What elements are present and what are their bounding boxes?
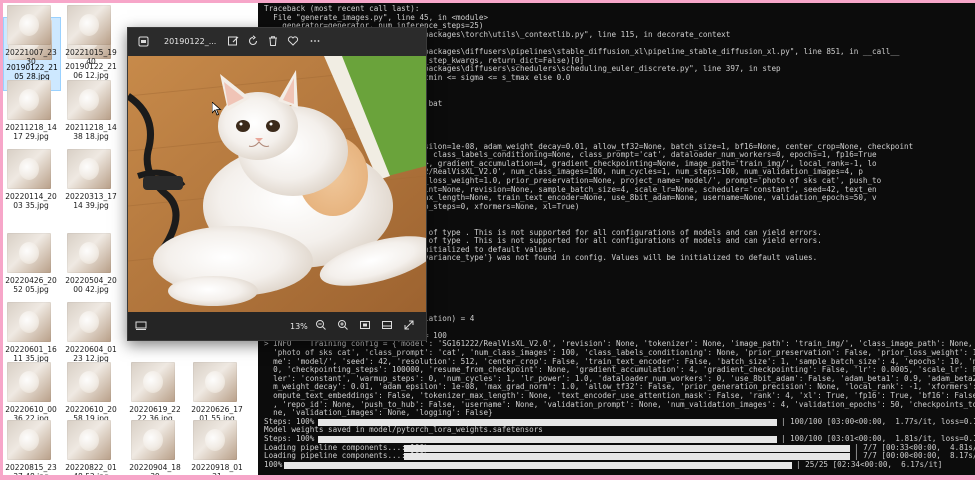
file-thumbnail [193, 420, 237, 460]
zoom-level: 13% [290, 322, 308, 331]
viewer-titlebar[interactable]: 20190122_... [128, 28, 426, 56]
terminal-line: 100% [264, 459, 283, 469]
file-tile[interactable]: 20220815_2337 48.jpg [3, 418, 59, 475]
file-name: 20220815_2337 48.jpg [5, 463, 57, 475]
viewer-title: 20190122_... [164, 37, 217, 46]
file-tile[interactable]: 20220426_2052 05.jpg [3, 231, 59, 303]
photo-viewer-window[interactable]: 20190122_... 13% [127, 27, 427, 341]
edit-icon[interactable] [226, 34, 240, 48]
file-name: 20221015_1940 [65, 48, 117, 66]
file-thumbnail [131, 420, 175, 460]
file-tile[interactable]: 20220504_2000 42.jpg [63, 231, 119, 303]
progress-bar [318, 418, 777, 426]
file-thumbnail [131, 362, 175, 402]
file-name: 20221007_2330 [5, 48, 57, 66]
desktop-frame: 20190122_2105 28.jpg 20190122_2106 12.jpg… [3, 3, 975, 475]
file-thumbnail [7, 420, 51, 460]
file-thumbnail [67, 362, 111, 402]
cat-photo [128, 56, 426, 312]
rotate-icon[interactable] [246, 34, 260, 48]
file-name: 20220504_2000 42.jpg [65, 276, 117, 294]
file-tile[interactable]: 20211218_1438 18.jpg [63, 78, 119, 150]
progress-bar [318, 436, 777, 443]
file-thumbnail [67, 80, 111, 120]
file-thumbnail [67, 149, 111, 189]
progress-bar [284, 461, 792, 469]
zoom-in-icon[interactable] [336, 318, 350, 332]
file-name: 20220426_2052 05.jpg [5, 276, 57, 294]
fit-icon[interactable] [358, 318, 372, 332]
file-thumbnail [7, 80, 51, 120]
progress-stats: | 100/100 [03:00<00:00, 1.77s/it, loss=0… [781, 416, 975, 426]
trash-icon[interactable] [266, 34, 280, 48]
file-tile[interactable]: 20220822_0148 52.jpg [63, 418, 119, 475]
file-name: 20211218_1438 18.jpg [65, 123, 117, 141]
filmstrip-icon[interactable] [134, 318, 148, 332]
file-tile[interactable]: 20221007_2330 [3, 3, 59, 75]
file-thumbnail [7, 5, 51, 45]
file-thumbnail [193, 362, 237, 402]
file-tile[interactable]: 20220918_0121 [189, 418, 245, 475]
file-thumbnail [7, 362, 51, 402]
actual-size-icon[interactable] [380, 318, 394, 332]
file-thumbnail [67, 302, 111, 342]
file-tile[interactable]: 20220313_1714 39.jpg [63, 147, 119, 219]
file-name: 20220313_1714 39.jpg [65, 192, 117, 210]
zoom-out-icon[interactable] [314, 318, 328, 332]
file-name: 20220114_2003 35.jpg [5, 192, 57, 210]
progress-bar [404, 453, 850, 461]
fullscreen-icon[interactable] [402, 318, 416, 332]
gallery-icon[interactable] [136, 34, 150, 48]
file-tile[interactable]: 20220904_1839 [127, 418, 183, 475]
file-thumbnail [67, 420, 111, 460]
file-name: 20220918_0121 [191, 463, 243, 475]
progress-stats: | 25/25 [02:34<00:00, 6.17s/it] [796, 459, 943, 469]
file-thumbnail [7, 149, 51, 189]
file-tile[interactable]: 20220114_2003 35.jpg [3, 147, 59, 219]
file-tile[interactable]: 20221015_1940 [63, 3, 119, 75]
file-thumbnail [7, 302, 51, 342]
more-icon[interactable] [308, 34, 322, 48]
file-tile[interactable]: 20211218_1417 29.jpg [3, 78, 59, 150]
file-thumbnail [67, 233, 111, 273]
file-name: 20220822_0148 52.jpg [65, 463, 117, 475]
progress-bar [404, 444, 850, 452]
file-name: 20220904_1839 [129, 463, 181, 475]
file-thumbnail [7, 233, 51, 273]
mouse-pointer-icon [212, 102, 222, 116]
file-name: 20211218_1417 29.jpg [5, 123, 57, 141]
viewer-statusbar: 13% [128, 312, 426, 340]
heart-icon[interactable] [286, 34, 300, 48]
file-thumbnail [67, 5, 111, 45]
